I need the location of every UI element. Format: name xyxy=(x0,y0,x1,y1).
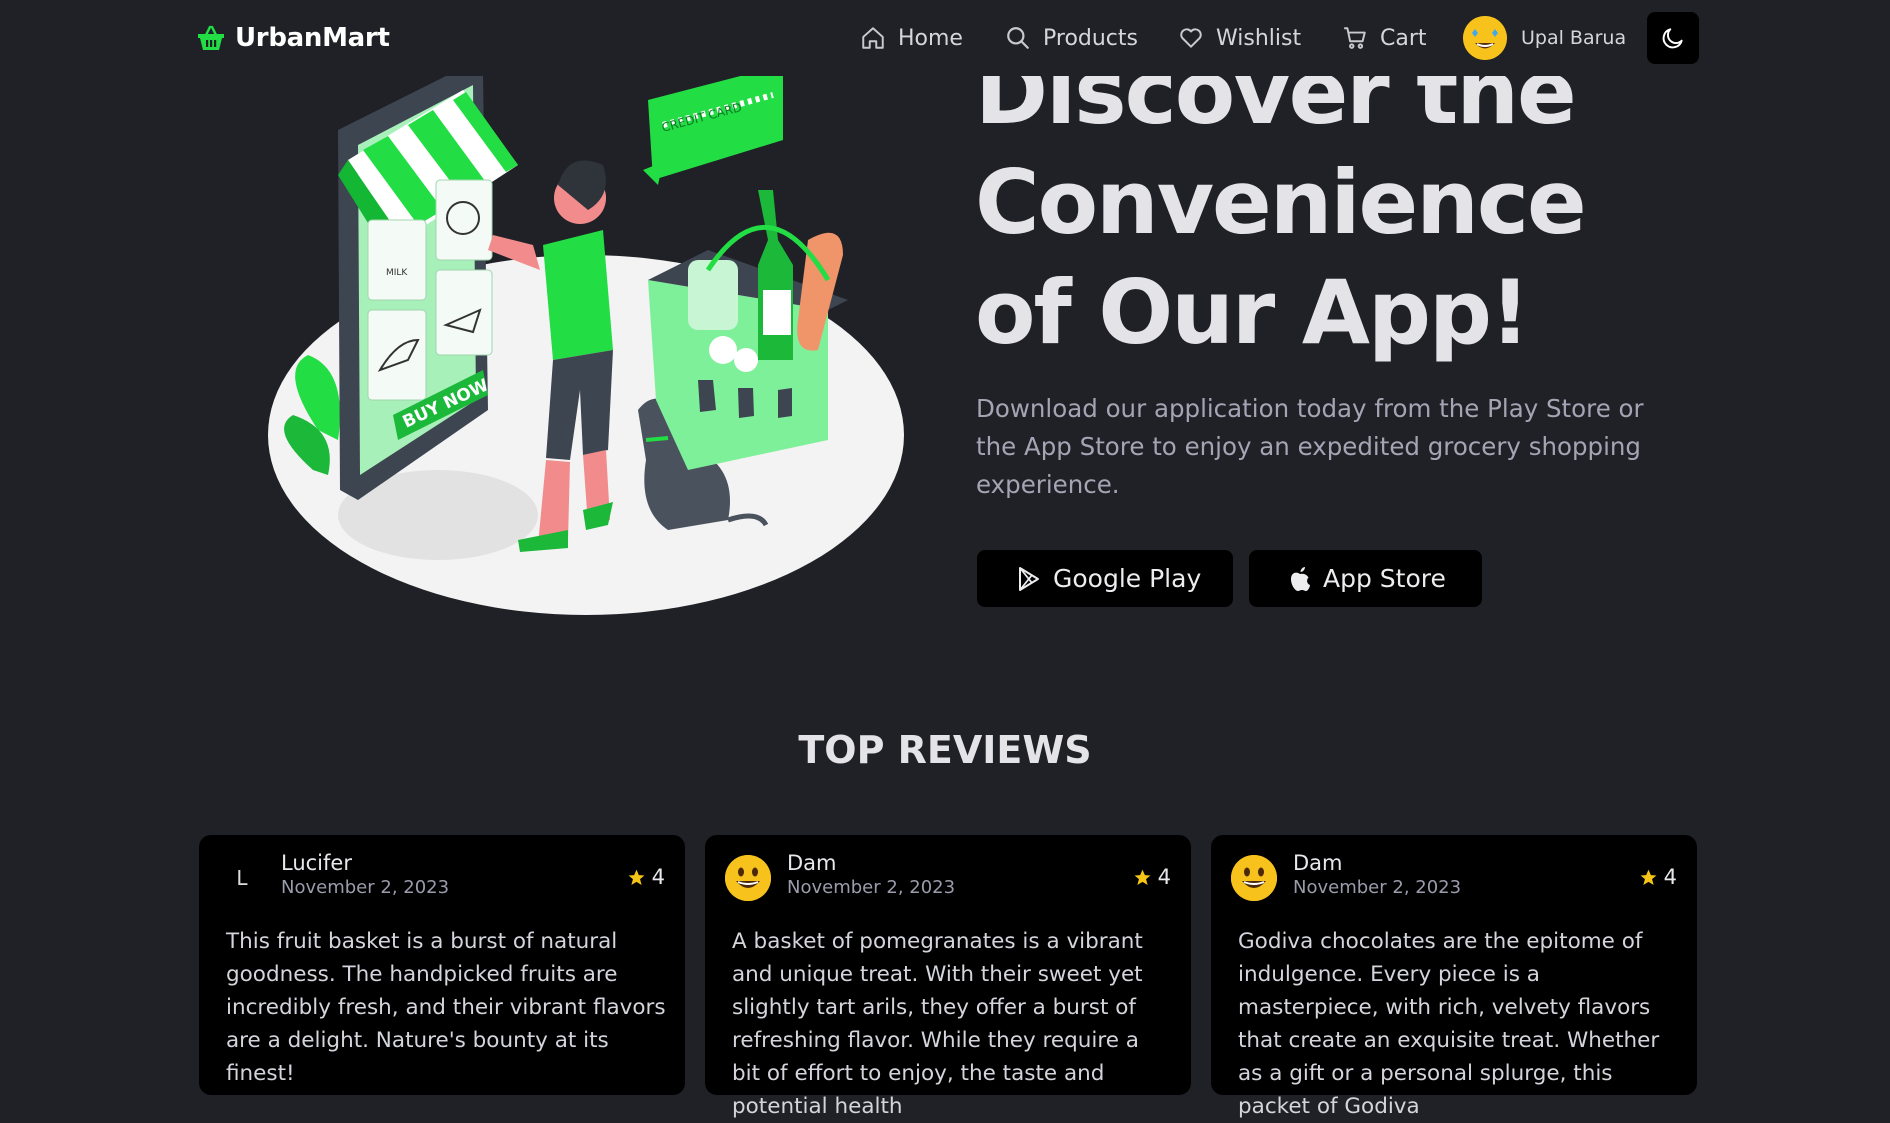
app-store-button[interactable]: App Store xyxy=(1249,550,1482,607)
google-play-label: Google Play xyxy=(1053,564,1202,593)
review-text: This fruit basket is a burst of natural … xyxy=(226,929,666,1086)
star-icon xyxy=(1640,869,1657,885)
nav-cart[interactable]: Cart xyxy=(1342,18,1427,58)
reviewer-name: Lucifer xyxy=(281,851,352,875)
cart-icon xyxy=(1344,27,1366,49)
review-date: November 2, 2023 xyxy=(787,877,956,898)
apple-icon xyxy=(1291,566,1310,591)
theme-toggle-button[interactable] xyxy=(1647,12,1699,64)
home-icon xyxy=(862,27,884,49)
review-date: November 2, 2023 xyxy=(281,877,450,898)
user-avatar xyxy=(1463,16,1507,60)
rating-value: 4 xyxy=(1663,865,1677,889)
smiley-avatar xyxy=(725,855,771,901)
app-store-label: App Store xyxy=(1323,564,1446,593)
star-icon xyxy=(628,869,645,885)
google-play-icon xyxy=(1019,566,1039,591)
milk-label: MILK xyxy=(386,268,408,278)
hero-title: Discover the Convenience of Our App! xyxy=(975,76,1587,364)
user-menu[interactable]: Upal Barua xyxy=(1463,16,1627,60)
nav-wishlist[interactable]: Wishlist xyxy=(1178,18,1301,58)
review-rating: 4 xyxy=(1639,865,1677,889)
nav-home[interactable]: Home xyxy=(860,18,963,58)
nav-products[interactable]: Products xyxy=(1005,18,1138,58)
review-rating: 4 xyxy=(1133,865,1171,889)
google-play-button[interactable]: Google Play xyxy=(977,550,1233,607)
smiley-avatar xyxy=(1231,855,1277,901)
star-icon xyxy=(1134,869,1151,885)
rating-value: 4 xyxy=(651,865,665,889)
search-icon xyxy=(1007,27,1029,49)
moon-icon xyxy=(1662,28,1683,49)
basket-icon xyxy=(198,25,224,50)
rating-value: 4 xyxy=(1157,865,1171,889)
reviewer-avatar: L xyxy=(236,866,248,890)
reviewer-name: Dam xyxy=(787,851,837,875)
brand-name: UrbanMart xyxy=(235,23,390,53)
brand-logo[interactable]: UrbanMart xyxy=(197,18,390,58)
review-card: Dam November 2, 2023 4 Godiva chocolates… xyxy=(1211,835,1697,1119)
nav-cart-label: Cart xyxy=(1380,25,1427,51)
review-text: A basket of pomegranates is a vibrant an… xyxy=(732,929,1143,1119)
hero-illustration: MILK BUY NOW CREDIT CARD xyxy=(268,70,904,615)
nav-products-label: Products xyxy=(1043,25,1138,51)
review-card: L Lucifer November 2, 2023 4 This fruit … xyxy=(199,835,685,1095)
review-text: Godiva chocolates are the epitome of ind… xyxy=(1238,929,1660,1119)
navbar: UrbanMart Home Products Wishlist Cart Up… xyxy=(0,0,1890,76)
heart-icon xyxy=(1180,28,1202,48)
review-rating: 4 xyxy=(627,865,665,889)
hero-description: Download our application today from the … xyxy=(976,394,1644,499)
review-date: November 2, 2023 xyxy=(1293,877,1462,898)
hero-title-wrapper: Discover the Convenience of Our App! xyxy=(975,76,1735,376)
review-card: Dam November 2, 2023 4 A basket of pomeg… xyxy=(705,835,1191,1119)
nav-home-label: Home xyxy=(898,25,963,51)
reviewer-name: Dam xyxy=(1293,851,1343,875)
reviews-section-title: TOP REVIEWS xyxy=(798,728,1092,772)
user-name: Upal Barua xyxy=(1521,27,1627,49)
nav-wishlist-label: Wishlist xyxy=(1216,25,1302,51)
